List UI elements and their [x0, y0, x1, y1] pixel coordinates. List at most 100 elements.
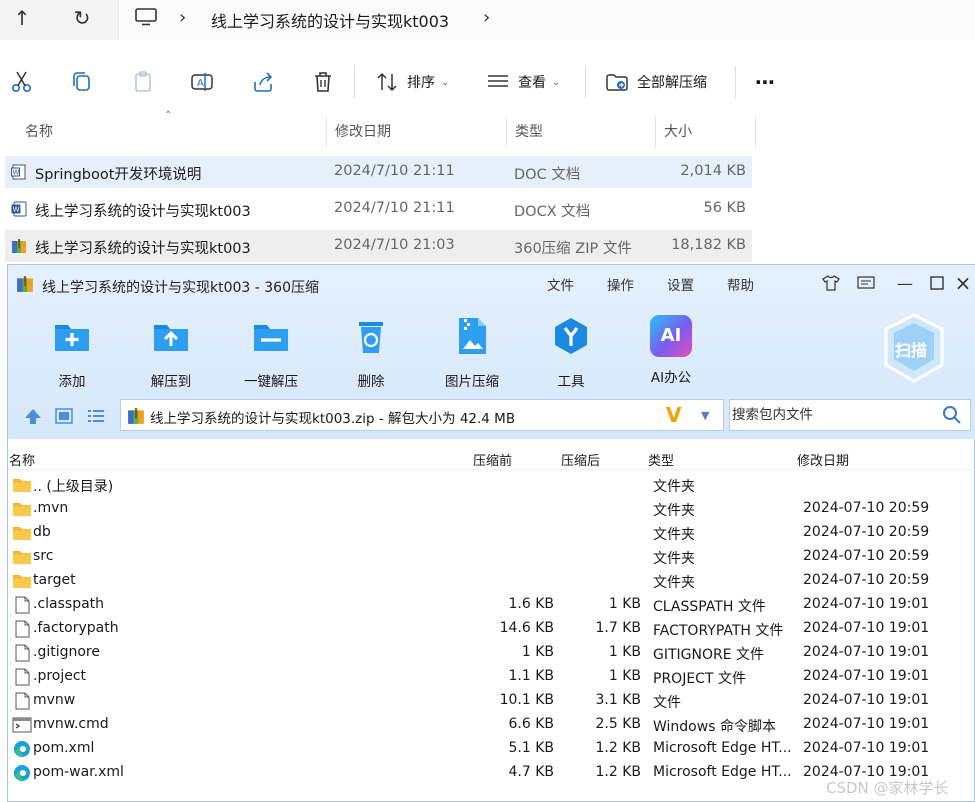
- archive-item-name: .project: [33, 668, 87, 684]
- file-row[interactable]: W 线上学习系统的设计与实现kt003 2024/7/10 21:11 DOCX…: [5, 193, 752, 225]
- add-folder-icon: [55, 325, 89, 351]
- ai-office-button[interactable]: AI AI办公: [631, 315, 711, 386]
- column-modified[interactable]: 修改日期: [797, 450, 849, 469]
- sort-button[interactable]: 排序 ⌄: [375, 68, 449, 96]
- divider: [354, 66, 355, 98]
- address-bar[interactable]: › 线上学习系统的设计与实现kt003 ›: [118, 0, 975, 40]
- column-compressed-before[interactable]: 压缩前: [473, 450, 512, 469]
- list-view-icon[interactable]: [85, 406, 107, 426]
- close-icon[interactable]: ×: [952, 271, 974, 295]
- maximize-icon[interactable]: [926, 272, 948, 294]
- file-modified: 2024/7/10 21:11: [334, 163, 455, 179]
- dropdown-triangle-icon[interactable]: ▼: [701, 409, 709, 422]
- delete-button[interactable]: [311, 68, 335, 96]
- column-type[interactable]: 类型: [648, 450, 674, 469]
- view-button[interactable]: 查看 ⌄: [486, 68, 560, 96]
- archive-row[interactable]: pom.xml 5.1 KB 1.2 KB Microsoft Edge HT... 2…: [8, 737, 975, 761]
- archive-row[interactable]: target 文件夹 2024-07-10 20:59: [8, 569, 975, 593]
- delete-button[interactable]: 删除: [331, 315, 411, 390]
- chevron-down-icon: ⌄: [552, 76, 561, 88]
- minimize-icon[interactable]: —: [894, 272, 916, 294]
- archive-item-modified: 2024-07-10 19:01: [803, 668, 930, 684]
- column-modified[interactable]: 修改日期: [327, 117, 507, 147]
- tools-hexagon-icon: [555, 318, 587, 354]
- archive-row[interactable]: .mvn 文件夹 2024-07-10 20:59: [8, 497, 975, 521]
- archive-path-field[interactable]: 线上学习系统的设计与实现kt003.zip - 解包大小为 42.4 MB V …: [120, 399, 724, 431]
- share-button[interactable]: [251, 68, 275, 96]
- thumbnail-view-icon[interactable]: [53, 406, 75, 426]
- column-type[interactable]: 类型: [507, 117, 656, 147]
- archive-item-type: Windows 命令脚本: [653, 719, 776, 735]
- column-size[interactable]: 大小: [656, 117, 756, 147]
- archive-row[interactable]: db 文件夹 2024-07-10 20:59: [8, 521, 975, 545]
- one-click-extract-button[interactable]: 一键解压: [231, 315, 311, 390]
- breadcrumb-folder[interactable]: 线上学习系统的设计与实现kt003: [211, 8, 449, 32]
- cut-button[interactable]: [10, 68, 34, 96]
- menu-file[interactable]: 文件: [547, 274, 574, 294]
- up-level-icon[interactable]: [22, 406, 44, 426]
- delete-label: 删除: [357, 374, 385, 390]
- file-row[interactable]: W Springboot开发环境说明 2024/7/10 21:11 DOC 文…: [5, 156, 752, 188]
- tools-button[interactable]: 工具: [531, 315, 611, 390]
- copy-button[interactable]: [70, 68, 94, 96]
- archive-row[interactable]: .project 1.1 KB 1 KB PROJECT 文件 2024-07-10 1…: [8, 665, 975, 689]
- archive-row[interactable]: .factorypath 14.6 KB 1.7 KB FACTORYPATH 文件 2…: [8, 617, 975, 641]
- menu-help[interactable]: 帮助: [727, 274, 754, 294]
- add-label: 添加: [58, 374, 86, 390]
- more-options-icon[interactable]: ⋯: [755, 68, 776, 96]
- rename-button[interactable]: A: [190, 68, 214, 96]
- archive-item-modified: 2024-07-10 19:01: [803, 596, 930, 612]
- computer-icon: [135, 8, 157, 26]
- recycle-bin-icon: [359, 322, 383, 353]
- compressed-after-size: 1 KB: [608, 644, 641, 660]
- archive-item-type: GITIGNORE 文件: [653, 647, 765, 663]
- cmd-script-icon: [12, 716, 32, 734]
- up-arrow-icon[interactable]: ↑: [6, 4, 38, 32]
- menu-settings[interactable]: 设置: [667, 274, 694, 294]
- column-compressed-after[interactable]: 压缩后: [561, 450, 600, 469]
- search-icon[interactable]: [942, 405, 962, 425]
- archive-item-type: PROJECT 文件: [653, 671, 746, 687]
- extract-to-button[interactable]: 解压到: [131, 315, 211, 390]
- archive-row[interactable]: .gitignore 1 KB 1 KB GITIGNORE 文件 2024-07-10…: [8, 641, 975, 665]
- compressed-before-size: 5.1 KB: [508, 740, 555, 756]
- search-input[interactable]: [732, 404, 937, 426]
- extract-all-button[interactable]: 全部解压缩: [605, 68, 707, 96]
- menu-operate[interactable]: 操作: [607, 274, 634, 294]
- compressed-before-size: 1 KB: [521, 644, 554, 660]
- zip-archive-icon: [128, 408, 144, 424]
- column-name[interactable]: 名称: [17, 117, 327, 147]
- archive-item-modified: 2024-07-10 19:01: [803, 692, 930, 708]
- scan-button[interactable]: 扫描: [882, 313, 946, 383]
- archive-item-name: .gitignore: [33, 644, 100, 660]
- file-size: 18,182 KB: [671, 237, 746, 253]
- refresh-icon[interactable]: ↻: [66, 4, 98, 32]
- archive-row[interactable]: .. (上级目录) 文件夹: [8, 473, 975, 497]
- archive-row[interactable]: mvnw 10.1 KB 3.1 KB 文件 2024-07-10 19:01: [8, 689, 975, 713]
- svg-text:W: W: [13, 206, 20, 214]
- header-divider: [8, 469, 975, 470]
- archive-item-modified: 2024-07-10 20:59: [803, 500, 930, 516]
- paste-button[interactable]: [131, 68, 155, 96]
- add-button[interactable]: 添加: [32, 315, 112, 390]
- check-v-icon[interactable]: V: [666, 403, 681, 427]
- chevron-right-icon[interactable]: ›: [483, 7, 490, 28]
- view-label: 查看: [518, 75, 546, 91]
- archive-row[interactable]: .classpath 1.6 KB 1 KB CLASSPATH 文件 2024-07-…: [8, 593, 975, 617]
- file-icon: [12, 668, 32, 686]
- ai-office-icon: AI: [650, 315, 692, 357]
- feedback-icon[interactable]: [855, 272, 877, 294]
- archive-row[interactable]: mvnw.cmd 6.6 KB 2.5 KB Windows 命令脚本 2024-07-…: [8, 713, 975, 737]
- column-name[interactable]: 名称: [9, 450, 35, 469]
- file-row[interactable]: 线上学习系统的设计与实现kt003 2024/7/10 21:03 360压缩 …: [5, 230, 752, 262]
- scissors-icon: [11, 71, 32, 93]
- image-compress-button[interactable]: 图片压缩: [432, 315, 512, 390]
- skin-shirt-icon[interactable]: [820, 272, 842, 294]
- compressed-before-size: 1.6 KB: [508, 596, 555, 612]
- archive-row[interactable]: src 文件夹 2024-07-10 20:59: [8, 545, 975, 569]
- trash-icon: [315, 72, 331, 92]
- file-modified: 2024/7/10 21:03: [334, 237, 455, 253]
- archive-search-box[interactable]: [729, 399, 971, 431]
- archive-item-modified: 2024-07-10 20:59: [803, 572, 930, 588]
- file-icon: [12, 692, 32, 710]
